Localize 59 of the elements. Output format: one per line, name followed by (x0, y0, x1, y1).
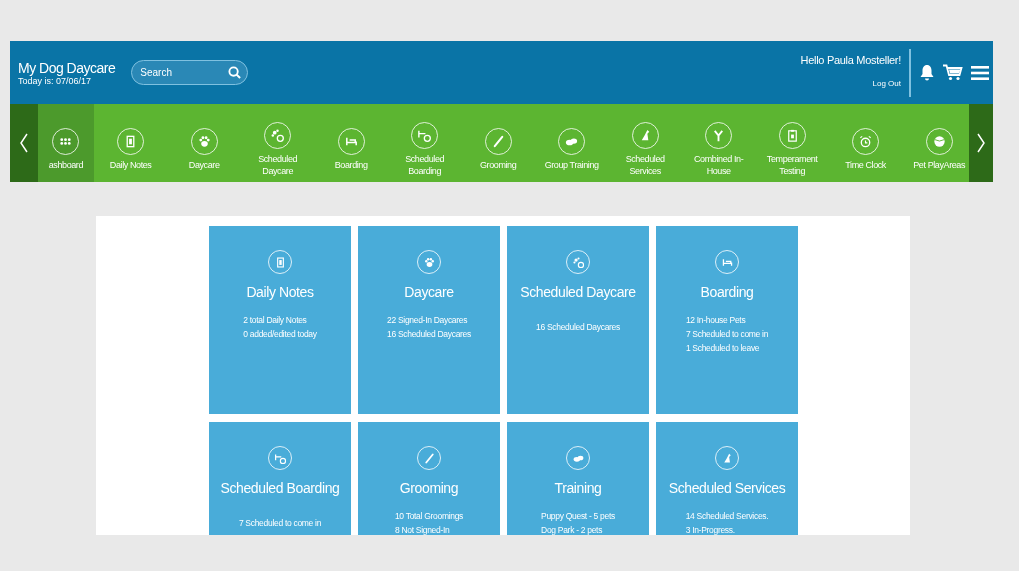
ball-icon (931, 134, 947, 149)
cart-icon[interactable] (943, 64, 963, 81)
card-stat: 16 Scheduled Daycares (387, 328, 471, 341)
alarm-clock-icon (858, 134, 874, 149)
dashboard-card[interactable]: Scheduled Daycare 16 Scheduled Daycares (507, 226, 649, 414)
nav-item[interactable]: Scheduled Boarding (387, 104, 462, 182)
dashboard-card[interactable]: Scheduled Services 14 Scheduled Services. 3 In-Progress. (656, 422, 798, 535)
card-title: Scheduled Services (667, 479, 787, 498)
nav-item[interactable]: Scheduled Daycare (240, 104, 315, 182)
nav-item[interactable]: Time Clock (828, 104, 903, 182)
card-title: Scheduled Daycare (519, 283, 637, 302)
card-stat: 7 Scheduled to come in (238, 517, 322, 530)
nav-item[interactable]: Group Training (534, 104, 609, 182)
card-title: Boarding (699, 283, 755, 302)
chevron-left-icon (18, 133, 29, 153)
nav-item[interactable]: Combined In-House (681, 104, 756, 182)
nav-item[interactable]: ashboard (37, 104, 94, 182)
greeting-text: Hello Paula Mosteller! (800, 53, 901, 69)
paw-icon (196, 134, 212, 149)
nav-item[interactable]: Scheduled Services (608, 104, 682, 182)
dashboard-card[interactable]: Training Puppy Quest - 5 pets Dog Park - 2 pets (507, 422, 649, 535)
card-stat: 7 Scheduled to come in (685, 328, 769, 341)
date-text: Today is: 07/06/17 (18, 75, 92, 86)
card-stat: 1 Scheduled to leave (685, 342, 761, 355)
card-stat: Puppy Quest - 5 pets (541, 510, 615, 523)
card-stat: 22 Signed-In Daycares (387, 314, 469, 327)
card-stat: 14 Scheduled Services. (685, 510, 769, 523)
paw-icon (422, 255, 436, 269)
brush-icon (422, 451, 436, 465)
app-title: My Dog Daycare (18, 59, 116, 76)
nav-item[interactable]: Boarding (314, 104, 388, 182)
search-icon (228, 66, 242, 79)
card-title: Daycare (403, 283, 455, 302)
dashboard-card[interactable]: Daily Notes 2 total Daily Notes 0 added/edited today (209, 226, 351, 414)
nav-item[interactable]: Grooming (461, 104, 535, 182)
card-stat: 10 Total Groomings (394, 510, 464, 523)
dashboard-card[interactable]: Grooming 10 Total Groomings 8 Not Signed-In (358, 422, 500, 535)
nav-item[interactable]: Temperament Testing (755, 104, 829, 182)
card-title: Scheduled Boarding (219, 479, 341, 498)
card-title: Daily Notes (245, 283, 315, 302)
card-stat: 3 In-Progress. (685, 524, 736, 535)
card-stat: 16 Scheduled Daycares (536, 321, 620, 334)
nav-item[interactable]: Daycare (167, 104, 241, 182)
bell-icon[interactable] (919, 64, 935, 81)
nav-item[interactable]: Daily Notes (93, 104, 168, 182)
card-stat: 8 Not Signed-In (394, 524, 451, 535)
dashboard-card[interactable]: Daycare 22 Signed-In Daycares 16 Scheduled Daycares (358, 226, 500, 414)
card-stat: 0 added/edited today (243, 328, 317, 341)
menu-icon[interactable] (971, 64, 989, 81)
logout-link[interactable]: Log Out (872, 78, 901, 88)
chevron-right-icon (976, 133, 987, 153)
card-title: Training (553, 479, 603, 498)
card-title: Grooming (398, 479, 460, 498)
dashboard-card[interactable]: Scheduled Boarding 7 Scheduled to come in (209, 422, 351, 535)
dashboard-card[interactable]: Boarding 12 In-house Pets 7 Scheduled to come in 1 Scheduled to leave (656, 226, 798, 414)
card-stat: 12 In-house Pets (685, 314, 747, 327)
card-stat: 2 total Daily Notes (243, 314, 308, 327)
search-field[interactable]: Search (131, 60, 249, 85)
card-stat: Dog Park - 2 pets (541, 524, 604, 535)
